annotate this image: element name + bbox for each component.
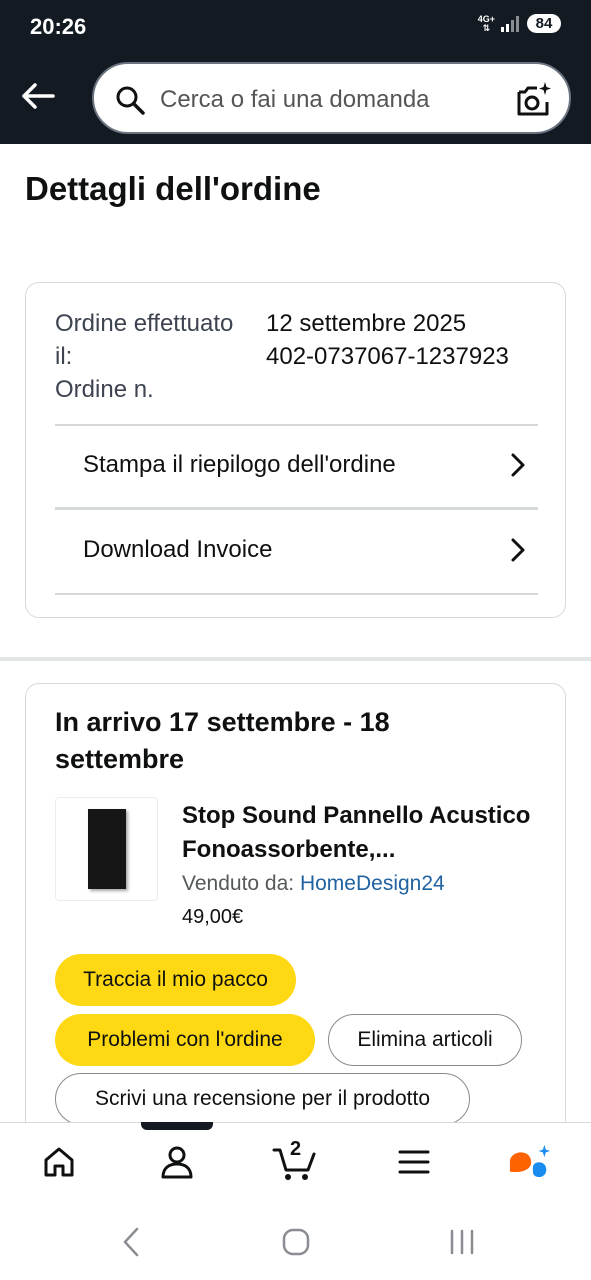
order-number-label: Ordine n.: [55, 376, 154, 403]
order-problems-button[interactable]: Problemi con l'ordine: [55, 1014, 315, 1066]
nav-menu[interactable]: [392, 1140, 436, 1184]
active-tab-indicator: [141, 1122, 213, 1130]
recents-icon: [450, 1229, 474, 1255]
account-icon: [161, 1146, 193, 1179]
product-title[interactable]: Stop Sound Pannello Acustico Fonoassorbe…: [182, 799, 532, 867]
status-icons: 4G+ ⇅ 84: [478, 14, 561, 33]
battery-indicator: 84: [527, 14, 561, 33]
order-number-value: 402-0737067-1237923: [266, 343, 509, 370]
search-bar[interactable]: [92, 62, 571, 134]
seller-label: Venduto da:: [182, 872, 300, 895]
arrival-date: In arrivo 17 settembre - 18 settembre: [55, 707, 390, 774]
seller-info: Venduto da: HomeDesign24: [182, 872, 445, 896]
order-meta-values: 12 settembre 2025 402-0737067-1237923: [266, 307, 526, 373]
divider: [55, 593, 538, 595]
search-icon: [116, 86, 145, 115]
cart-count-badge: 2: [290, 1138, 302, 1160]
order-date-label: Ordine effettuato il:: [55, 310, 234, 370]
camera-icon[interactable]: [513, 80, 553, 120]
print-summary-label: Stampa il riepilogo dell'ordine: [83, 451, 396, 478]
rufus-icon: [509, 1144, 551, 1178]
chevron-left-icon: [123, 1227, 139, 1257]
back-button[interactable]: [18, 76, 58, 116]
back-arrow-icon: [22, 83, 55, 109]
delete-items-button[interactable]: Elimina articoli: [328, 1014, 522, 1066]
nav-account[interactable]: [155, 1140, 199, 1184]
system-home-button[interactable]: [276, 1222, 316, 1262]
download-invoice-label: Download Invoice: [83, 536, 273, 563]
write-review-button[interactable]: Scrivi una recensione per il prodotto: [55, 1073, 470, 1125]
acoustic-panel-image: [87, 809, 126, 889]
search-input[interactable]: [160, 82, 490, 118]
top-bar: 20:26 4G+ ⇅ 84: [0, 0, 591, 144]
order-meta-labels: Ordine effettuato il: Ordine n.: [55, 307, 235, 406]
system-back-button[interactable]: [111, 1222, 151, 1262]
nav-home[interactable]: [37, 1140, 81, 1184]
system-recents-button[interactable]: [442, 1222, 482, 1262]
chevron-right-icon: [511, 538, 525, 562]
seller-link[interactable]: HomeDesign24: [300, 872, 445, 895]
shipment-card: In arrivo 17 settembre - 18 settembre St…: [25, 683, 566, 1153]
track-package-button[interactable]: Traccia il mio pacco: [55, 954, 296, 1006]
home-circle-icon: [282, 1228, 310, 1256]
order-info-card: Ordine effettuato il: Ordine n. 12 sette…: [25, 282, 566, 618]
print-summary-link[interactable]: Stampa il riepilogo dell'ordine: [55, 425, 538, 505]
status-time: 20:26: [30, 14, 87, 39]
page-title: Dettagli dell'ordine: [25, 170, 321, 207]
section-divider: [0, 657, 591, 661]
download-invoice-link[interactable]: Download Invoice: [55, 510, 538, 590]
chevron-right-icon: [511, 453, 525, 477]
menu-icon: [398, 1150, 430, 1174]
home-icon: [44, 1147, 74, 1177]
nav-rufus[interactable]: [508, 1140, 552, 1184]
product-price: 49,00€: [182, 906, 244, 928]
product-image[interactable]: [55, 797, 158, 901]
order-date-value: 12 settembre 2025: [266, 310, 467, 337]
signal-icon: [501, 15, 519, 32]
network-indicator: 4G+ ⇅: [477, 13, 495, 33]
